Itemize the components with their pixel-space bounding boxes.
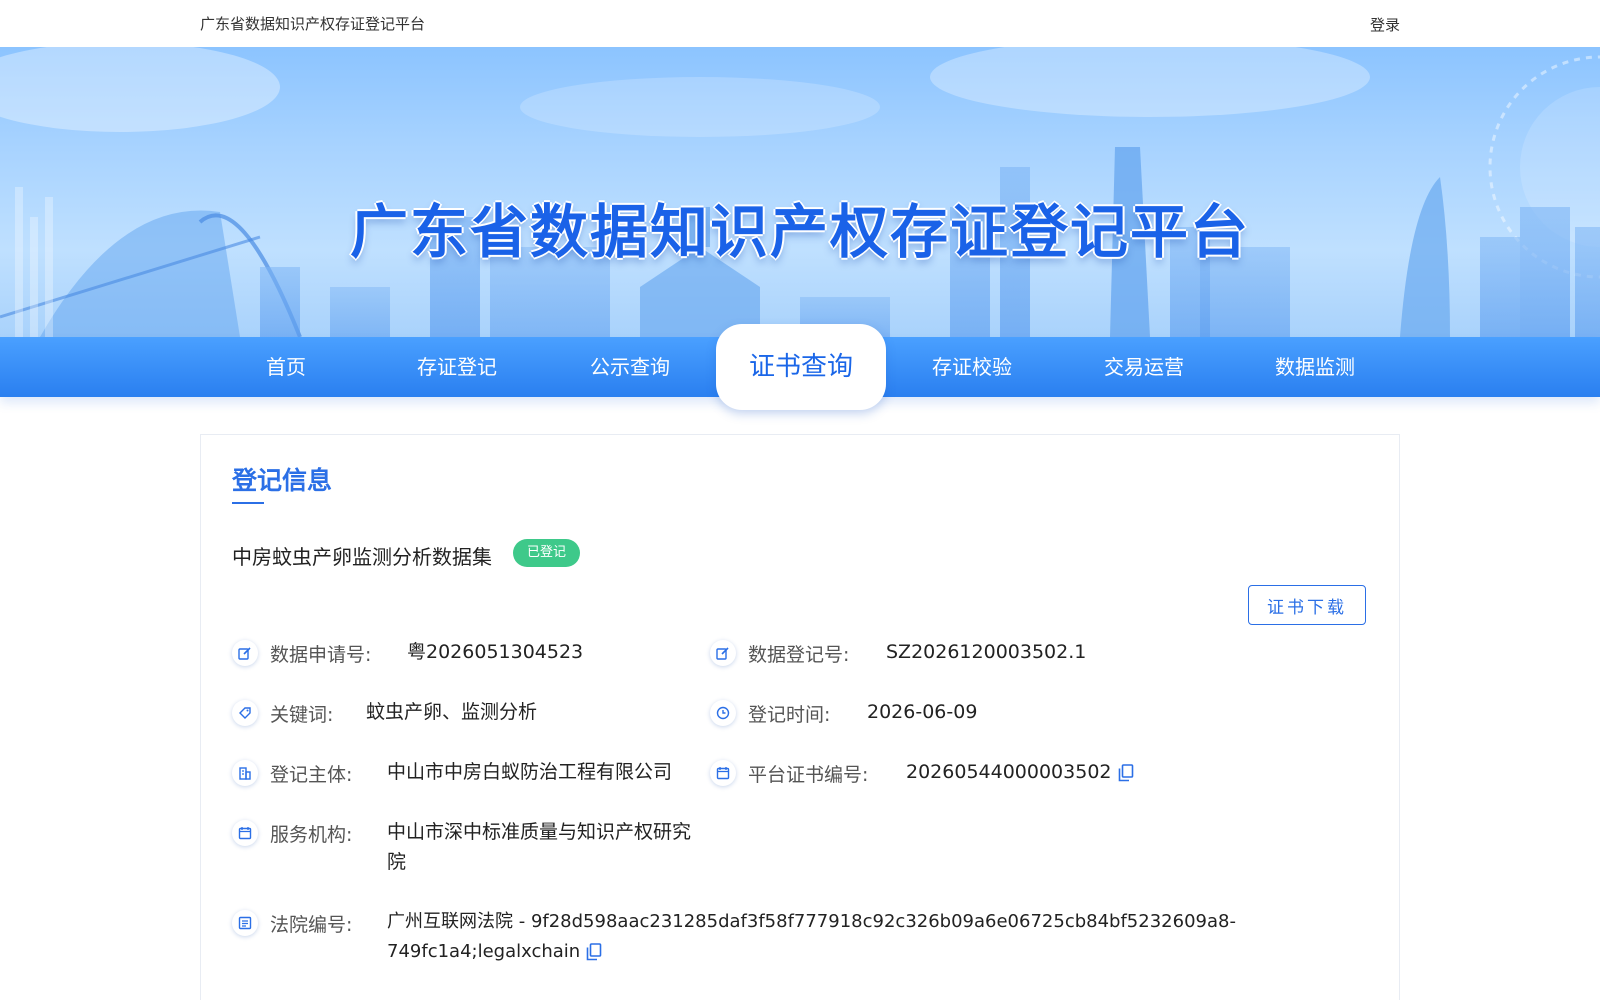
field-value: 蚊虫产卵、监测分析 — [366, 701, 538, 723]
field-registration-subject: 登记主体: 中山市中房白蚁防治工程有限公司 — [232, 760, 702, 790]
login-link[interactable]: 登录 — [1370, 14, 1400, 35]
edit-icon — [710, 640, 736, 666]
field-platform-cert-no: 平台证书编号: 20260544000003502 — [710, 760, 1310, 790]
field-value: 20260544000003502 — [906, 761, 1112, 783]
field-value: 中山市中房白蚁防治工程有限公司 — [387, 761, 673, 783]
field-label: 数据申请号: — [270, 644, 372, 666]
document-icon — [232, 910, 258, 936]
field-label: 平台证书编号: — [748, 764, 869, 786]
registration-info-card: 登记信息 中房蚊虫产卵监测分析数据集 已登记 证书下载 数据申请号: 粤2026… — [200, 434, 1400, 1000]
section-title-underline — [232, 502, 264, 504]
field-value: SZ2026120003502.1 — [886, 641, 1087, 663]
certificate-download-button[interactable]: 证书下载 — [1248, 585, 1366, 625]
field-label: 登记主体: — [270, 764, 353, 786]
header-banner: 广东省数据知识产权存证登记平台 — [0, 47, 1600, 337]
section-title: 登记信息 — [232, 466, 333, 495]
field-value-line-2: 749fc1a4;legalxchain — [387, 941, 581, 962]
nav-item-data-monitoring[interactable]: 数据监测 — [1230, 337, 1400, 397]
field-label: 登记时间: — [748, 704, 831, 726]
clock-icon — [710, 700, 736, 726]
field-label: 关键词: — [270, 704, 334, 726]
nav-item-trade-operation[interactable]: 交易运营 — [1059, 337, 1229, 397]
field-value-line-1: 中山市深中标准质量与知识产权研究 — [387, 821, 692, 843]
copy-icon[interactable] — [586, 943, 602, 961]
dataset-name: 中房蚊虫产卵监测分析数据集 — [232, 545, 492, 569]
tag-icon — [232, 700, 258, 726]
calendar-icon — [232, 820, 258, 846]
field-application-no: 数据申请号: 粤2026051304523 — [232, 640, 682, 670]
nav-item-deposit-verification[interactable]: 存证校验 — [887, 337, 1057, 397]
main-nav: 首页 存证登记 公示查询 证书查询 存证校验 交易运营 数据监测 — [0, 324, 1600, 410]
nav-item-home[interactable]: 首页 — [201, 337, 371, 397]
field-label: 服务机构: — [270, 824, 353, 846]
field-label: 法院编号: — [270, 914, 353, 936]
edit-icon — [232, 640, 258, 666]
field-keywords: 关键词: 蚊虫产卵、监测分析 — [232, 700, 682, 730]
site-name: 广东省数据知识产权存证登记平台 — [200, 15, 426, 33]
field-label: 数据登记号: — [748, 644, 850, 666]
field-value: 粤2026051304523 — [407, 641, 584, 663]
field-value-line-1: 广州互联网法院 - 9f28d598aac231285daf3f58f77791… — [387, 911, 1236, 932]
nav-item-public-query[interactable]: 公示查询 — [545, 337, 715, 397]
building-icon — [232, 760, 258, 786]
field-service-org: 服务机构: 中山市深中标准质量与知识产权研究 院 — [232, 820, 712, 880]
nav-item-certificate-query[interactable]: 证书查询 — [716, 324, 886, 410]
calendar-icon — [710, 760, 736, 786]
top-bar: 广东省数据知识产权存证登记平台 登录 — [0, 0, 1600, 47]
field-registration-time: 登记时间: 2026-06-09 — [710, 700, 1310, 730]
field-registration-no: 数据登记号: SZ2026120003502.1 — [710, 640, 1310, 670]
field-value-line-2: 院 — [387, 851, 407, 873]
copy-icon[interactable] — [1118, 763, 1134, 782]
field-value: 2026-06-09 — [867, 701, 978, 723]
nav-item-deposit-registration[interactable]: 存证登记 — [372, 337, 542, 397]
banner-title: 广东省数据知识产权存证登记平台 — [349, 198, 1250, 266]
field-court-no: 法院编号: 广州互联网法院 - 9f28d598aac231285daf3f58… — [232, 910, 1236, 970]
status-badge: 已登记 — [513, 539, 581, 567]
